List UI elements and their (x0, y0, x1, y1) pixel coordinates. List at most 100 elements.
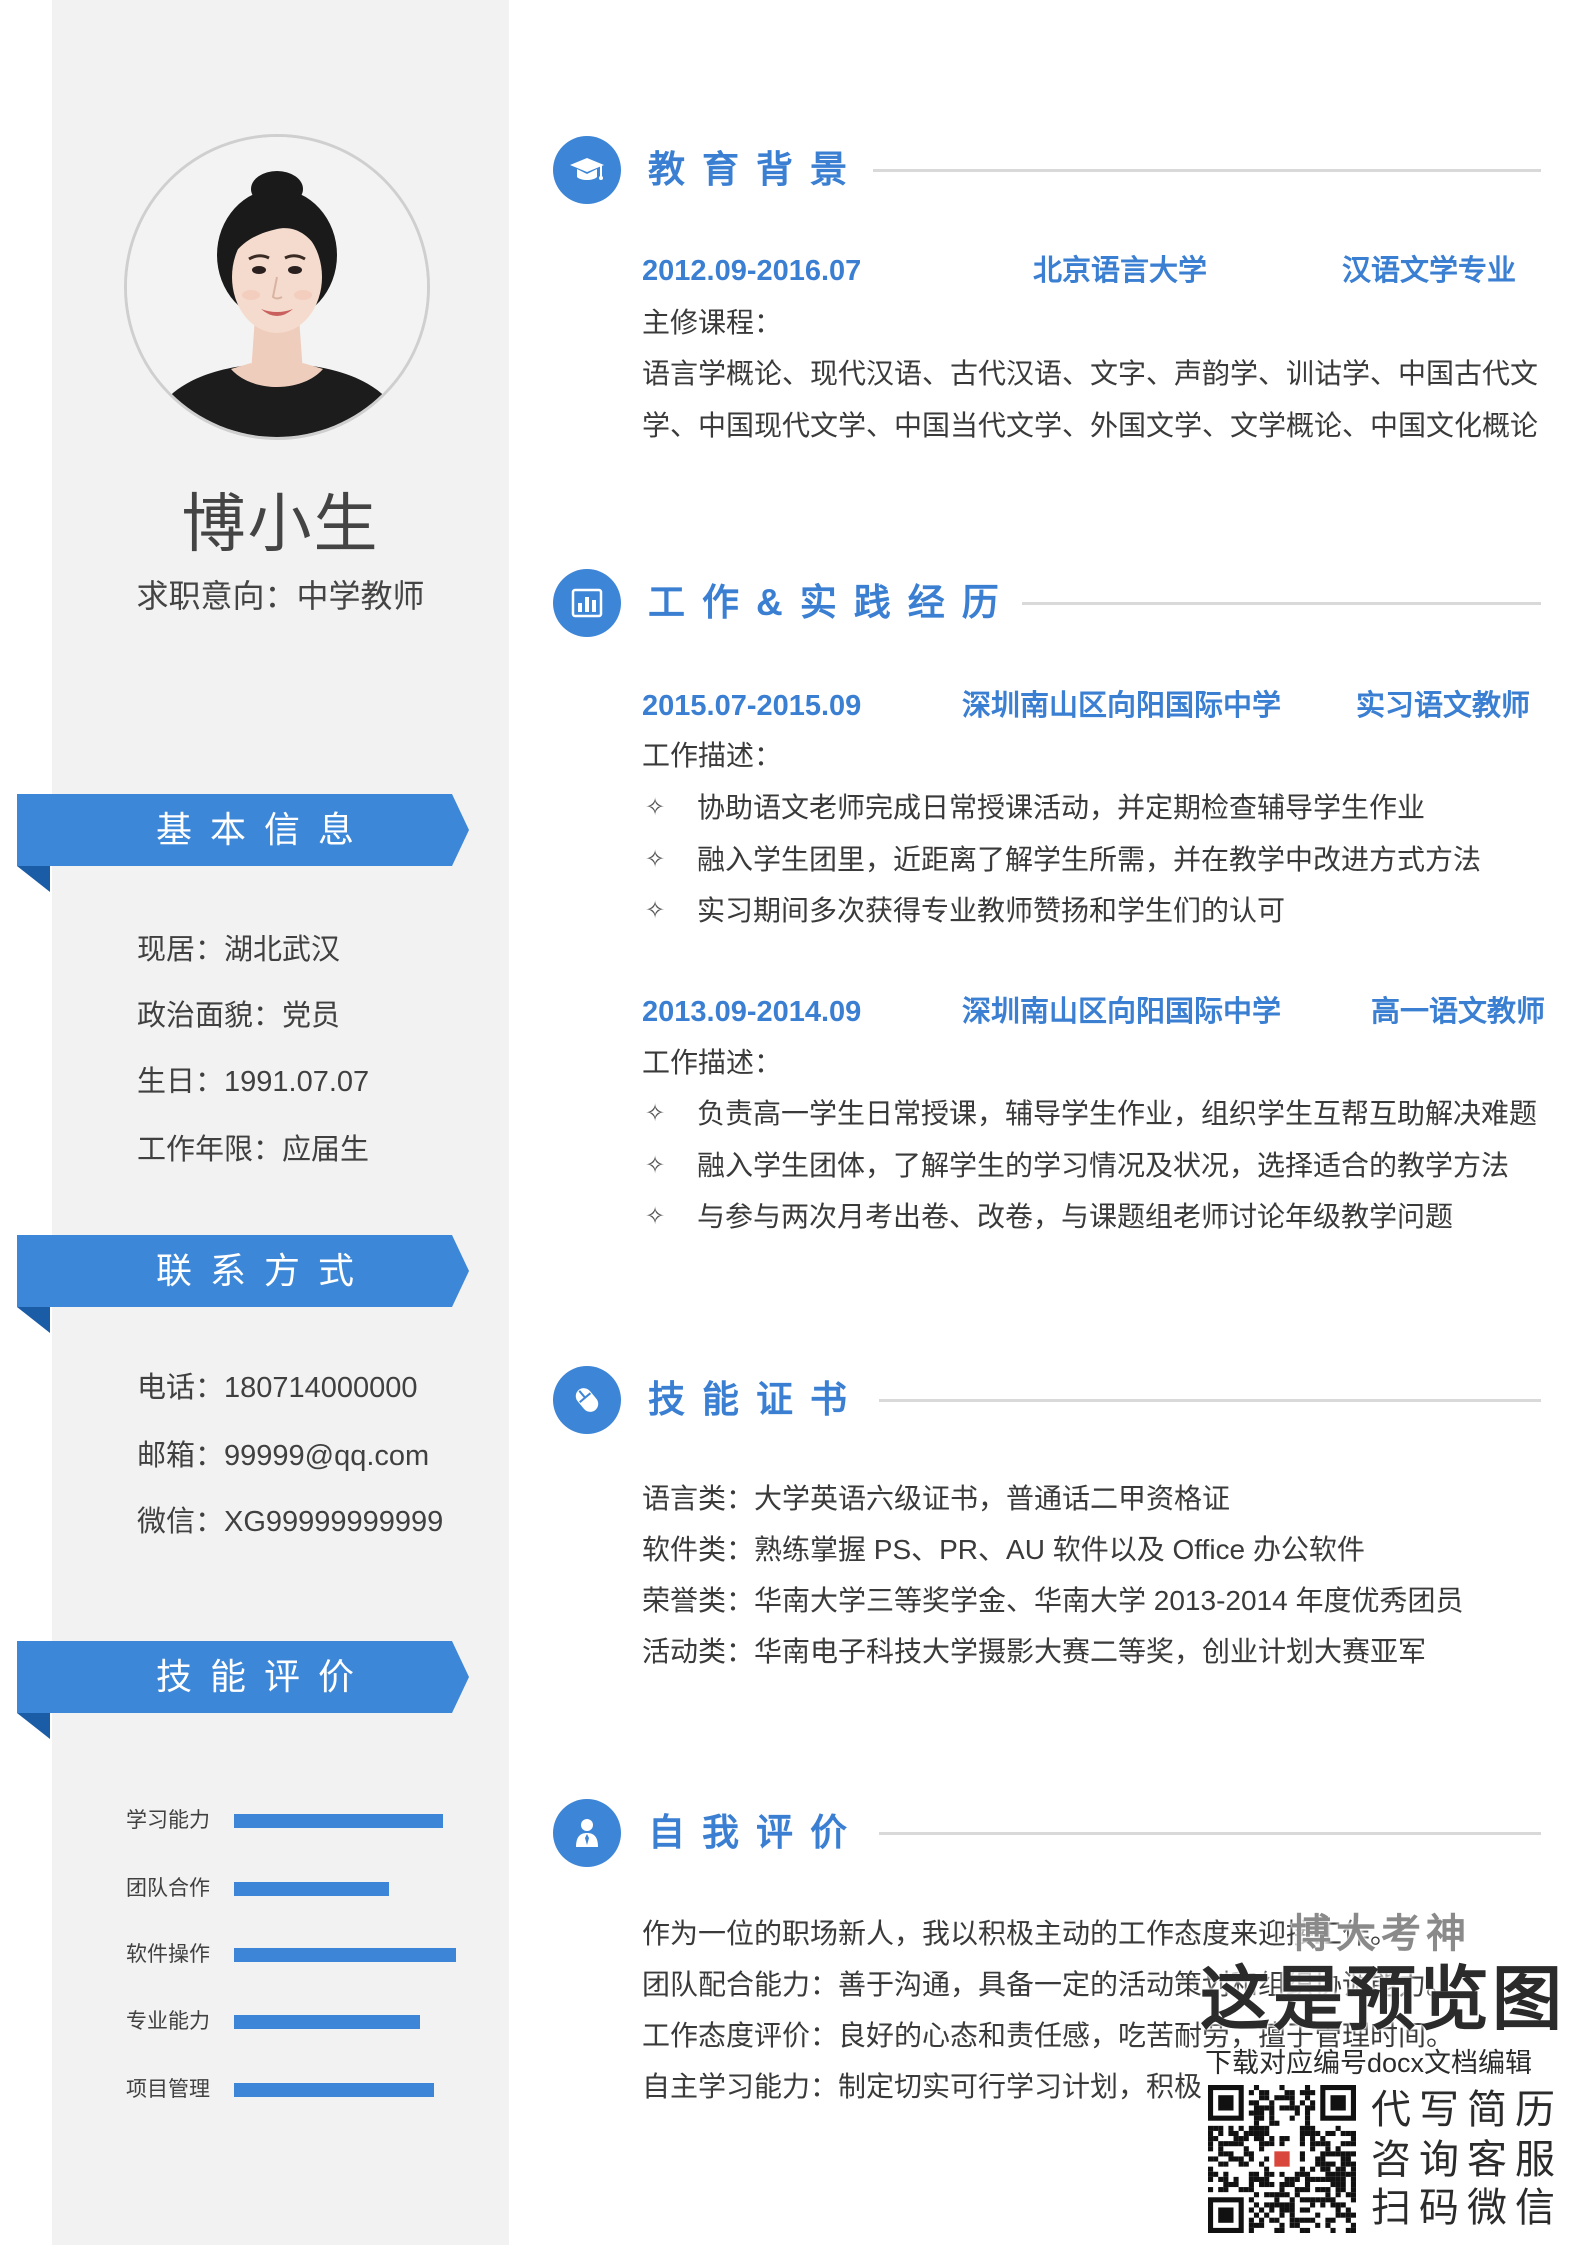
qr-module (1299, 2207, 1305, 2213)
qr-module (1253, 2105, 1260, 2111)
qr-module (1243, 2161, 1249, 2167)
qr-module (1310, 2090, 1316, 2096)
person-icon (576, 1819, 598, 1847)
qr-module (1259, 2090, 1265, 2096)
qr-module (1304, 2125, 1311, 2131)
qr-module (1350, 2192, 1356, 2198)
qr-module (1294, 2105, 1300, 2111)
education-section-icon (553, 136, 621, 204)
qr-module (1269, 2202, 1275, 2208)
qr-code[interactable] (1208, 2085, 1356, 2233)
qr-module (1279, 2202, 1285, 2208)
skill-label: 学习能力 (126, 1809, 210, 1832)
qr-module (1253, 2115, 1260, 2121)
qr-module (1264, 2156, 1270, 2162)
qr-module (1279, 2227, 1285, 2233)
qr-module (1243, 2146, 1249, 2152)
qr-module (1320, 2136, 1326, 2142)
job-intention: 求职意向：中学教师 (136, 578, 425, 614)
qr-module (1345, 2161, 1351, 2167)
qr-module (1274, 2095, 1280, 2101)
watermark-preview-text: 这是预览图 (1200, 1960, 1565, 2038)
qr-module (1325, 2166, 1331, 2172)
self-evaluation-title: 自我评价 (648, 1812, 864, 1853)
qr-module (1238, 2125, 1244, 2131)
qr-module (1335, 2125, 1341, 2131)
bullet-star-icon: ✧ (645, 1100, 666, 1127)
qr-module (1218, 2187, 1224, 2193)
qr-module (1299, 2187, 1305, 2193)
qr-module (1279, 2085, 1285, 2091)
qr-module (1269, 2207, 1275, 2213)
job-role: 实习语文教师 (1356, 690, 1531, 722)
certificates-list: 语言类：大学英语六级证书，普通话二甲资格证 软件类：熟练掌握 PS、PR、AU … (642, 1473, 1463, 1677)
qr-module (1284, 2095, 1290, 2101)
qr-module (1264, 2105, 1270, 2111)
qr-module (1304, 2227, 1311, 2233)
education-divider (873, 169, 1541, 172)
qr-module (1274, 2197, 1280, 2203)
qr-module (1259, 2146, 1265, 2152)
qr-module (1345, 2227, 1351, 2233)
bullet-star-icon: ✧ (645, 897, 666, 924)
bullet-star-icon: ✧ (645, 1152, 666, 1179)
qr-module (1253, 2125, 1260, 2131)
qr-module (1233, 2130, 1239, 2137)
qr-module (1335, 2151, 1341, 2157)
qr-module (1289, 2222, 1295, 2228)
qr-module (1264, 2095, 1270, 2101)
work-section-icon (553, 569, 621, 637)
qr-module (1248, 2222, 1254, 2228)
qr-module (1269, 2217, 1275, 2223)
qr-module (1264, 2192, 1270, 2198)
courses-label: 主修课程： (642, 307, 783, 338)
qr-module (1208, 2166, 1214, 2172)
qr-module (1310, 2141, 1316, 2147)
qr-module (1330, 2176, 1336, 2182)
qr-module (1274, 2227, 1280, 2233)
qr-module (1304, 2171, 1311, 2177)
qr-module (1264, 2141, 1270, 2147)
qr-module (1284, 2090, 1290, 2096)
qr-module (1259, 2105, 1265, 2111)
qr-module (1238, 2141, 1244, 2147)
qr-module (1294, 2222, 1300, 2228)
qr-module (1259, 2217, 1265, 2223)
qr-module (1345, 2151, 1351, 2157)
qr-module (1274, 2192, 1280, 2198)
qr-module (1279, 2181, 1285, 2188)
qr-module (1289, 2090, 1295, 2096)
qr-module (1350, 2222, 1356, 2228)
qr-module (1335, 2176, 1341, 2182)
bar-chart-icon (571, 588, 603, 618)
qr-module (1335, 2181, 1341, 2188)
qr-module (1259, 2176, 1265, 2182)
qr-module (1284, 2202, 1290, 2208)
qr-module (1299, 2217, 1305, 2223)
qr-module (1208, 2125, 1214, 2131)
qr-module (1325, 2187, 1331, 2193)
qr-module (1310, 2125, 1316, 2131)
certificates-title: 技能证书 (648, 1379, 864, 1420)
qr-module (1264, 2171, 1270, 2177)
qr-module (1340, 2156, 1346, 2162)
skills-banner: 技能评价 (17, 1641, 469, 1713)
qr-module (1284, 2192, 1290, 2198)
qr-module (1299, 2100, 1305, 2106)
qr-module (1213, 2136, 1219, 2142)
qr-module (1315, 2176, 1321, 2182)
qr-module (1335, 2166, 1341, 2172)
qr-module (1304, 2187, 1311, 2193)
qr-module (1253, 2100, 1260, 2106)
qr-module (1279, 2192, 1285, 2198)
qr-module (1294, 2217, 1300, 2223)
qr-module (1243, 2151, 1249, 2157)
qr-module (1269, 2115, 1275, 2121)
qr-module (1238, 2161, 1244, 2167)
qr-module (1325, 2222, 1331, 2228)
contact-email: 邮箱：99999@qq.com (137, 1440, 430, 1472)
qr-module (1345, 2156, 1351, 2162)
qr-module (1320, 2202, 1326, 2208)
qr-module (1248, 2100, 1254, 2106)
qr-module (1208, 2136, 1214, 2142)
